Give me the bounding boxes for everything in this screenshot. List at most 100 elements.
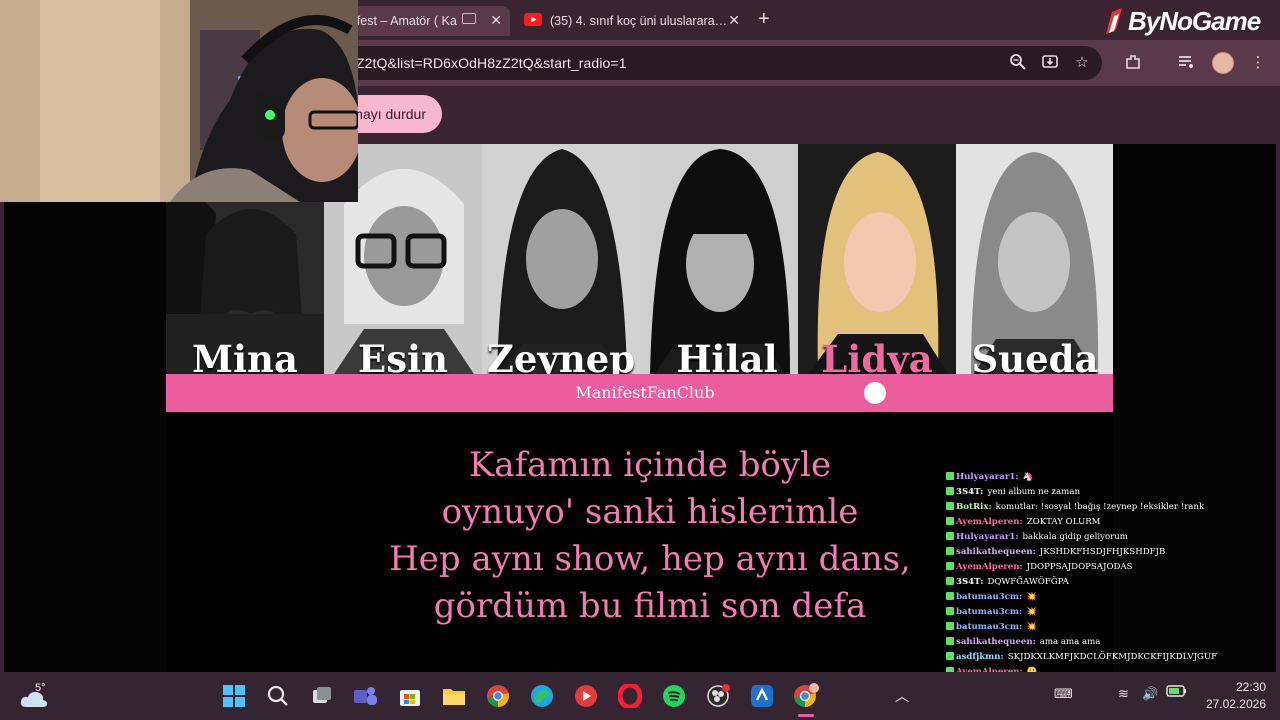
lyric-line: Hep aynı show, hep aynı dans,	[389, 539, 911, 579]
chat-badge-icon	[946, 652, 954, 660]
chat-message: 3S4T: DQWFĞAWÖFĞPA	[946, 575, 1280, 590]
chat-message: batumau3cm: 💥	[946, 605, 1280, 620]
chat-badge-icon	[946, 547, 954, 555]
screen: ifest – Amatör ( Ka ✕ (35) 4. sınıf koç …	[0, 0, 1280, 720]
picture-in-picture-icon[interactable]	[462, 13, 476, 24]
chat-username: sahikathequeen:	[956, 637, 1036, 647]
chat-username: asdfjkmn:	[956, 652, 1004, 662]
bynogame-wordmark: ByNoGame	[1128, 5, 1261, 36]
lyric-line: oynuyo' sanki hislerimle	[441, 492, 859, 532]
file-explorer-icon[interactable]	[440, 682, 468, 710]
wifi-icon[interactable]: ≋	[1118, 686, 1129, 702]
close-tab-icon[interactable]: ✕	[728, 12, 740, 29]
active-app-indicator	[798, 714, 814, 717]
chat-message: batumau3cm: 💥	[946, 620, 1280, 635]
chat-badge-icon	[946, 592, 954, 600]
chat-message: sahikathequeen: JKSHDKFHSDJFHJKSHDFJB	[946, 545, 1280, 560]
chat-badge-icon	[946, 472, 954, 480]
chat-username: batumau3cm:	[956, 622, 1023, 632]
chat-badge-icon	[946, 487, 954, 495]
weather-temp: 5°	[35, 682, 46, 694]
chat-message: asdfjkmn: SKJDKXLKMFJKDCLÖFKMJDKCKFIJKDLV…	[946, 650, 1280, 665]
chat-text: 💥	[1026, 607, 1037, 617]
streamer-webcam	[0, 0, 358, 202]
chat-text: komutlar: !sosyal !bağış !zeynep !eksikl…	[995, 502, 1205, 512]
more-menu-icon[interactable]: ⋮	[1248, 53, 1268, 73]
chat-message: AyemAlperen: JDOPPSAJDOPSAJODAS	[946, 560, 1280, 575]
chrome-profile-icon[interactable]	[792, 682, 820, 710]
chat-badge-icon	[946, 517, 954, 525]
youtube-icon	[524, 13, 542, 29]
tab-active[interactable]: ifest – Amatör ( Ka ✕	[340, 6, 510, 36]
chat-username: Hulyayarar1:	[956, 532, 1019, 542]
system-clock[interactable]: 22:30 27.02.2026	[1194, 679, 1266, 713]
lyric-line: gördüm bu filmi son defa	[433, 586, 867, 626]
bynogame-mark-icon	[1106, 8, 1122, 34]
chat-badge-icon	[946, 502, 954, 510]
chat-text: 💥	[1026, 592, 1037, 602]
edge-icon[interactable]	[528, 682, 556, 710]
chat-text: ama ama ama	[1039, 637, 1101, 647]
start-button-icon[interactable]	[220, 682, 248, 710]
chat-badge-icon	[946, 637, 954, 645]
chat-text: SKJDKXLKMFJKDCLÖFKMJDKCKFIJKDLVJGUF	[1007, 652, 1218, 662]
chat-text: JKSHDKFHSDJFHJKSHDFJB	[1039, 547, 1166, 557]
weather-widget[interactable]: 5°	[20, 680, 60, 712]
chat-text: bakkala gidip geliyorum	[1022, 532, 1128, 542]
close-tab-icon[interactable]: ✕	[490, 12, 502, 29]
search-icon[interactable]	[264, 682, 292, 710]
chat-badge-icon	[946, 607, 954, 615]
clock-date: 27.02.2026	[1205, 697, 1266, 711]
chat-username: batumau3cm:	[956, 607, 1023, 617]
obs-icon[interactable]	[704, 682, 732, 710]
battery-icon[interactable]	[1166, 684, 1188, 701]
zoom-icon[interactable]	[1008, 53, 1028, 73]
chat-text: 💥	[1026, 622, 1037, 632]
chat-message: AyemAlperen: ZOKTAY OLURM	[946, 515, 1280, 530]
chat-message: Hulyayarar1: 🦄	[946, 470, 1280, 485]
chat-text: JDOPPSAJDOPSAJODAS	[1026, 562, 1133, 572]
windows-taskbar: 5° ︿ ⌨ ≋ 🔊 22:30 27.02.2026	[0, 672, 1280, 720]
fanclub-banner: ManifestFanClub	[166, 374, 1113, 412]
chat-text: ZOKTAY OLURM	[1026, 517, 1101, 527]
media-control-icon[interactable]	[1176, 53, 1196, 73]
tab-title: ifest – Amatör ( Ka	[354, 14, 457, 28]
fanclub-label: ManifestFanClub	[575, 383, 715, 402]
tab-youtube[interactable]: (35) 4. sınıf koç üni uluslararası i ✕	[516, 6, 748, 36]
volume-icon[interactable]: 🔊	[1142, 686, 1158, 702]
chat-username: AyemAlperen:	[956, 517, 1023, 527]
extensions-icon[interactable]	[1123, 53, 1143, 73]
profile-avatar[interactable]	[1212, 52, 1234, 74]
new-tab-icon[interactable]: +	[758, 8, 770, 31]
address-bar-url[interactable]: Z2tQ&list=RD6xOdH8zZ2tQ&start_radio=1	[356, 55, 627, 71]
chat-username: batumau3cm:	[956, 592, 1023, 602]
chat-text: 🦄	[1022, 472, 1034, 482]
chat-username: BotRix:	[956, 502, 992, 512]
chat-badge-icon	[946, 562, 954, 570]
teams-icon[interactable]	[352, 682, 380, 710]
opera-icon[interactable]	[616, 682, 644, 710]
chat-badge-icon	[946, 532, 954, 540]
microsoft-store-icon[interactable]	[396, 682, 424, 710]
keyboard-icon[interactable]: ⌨	[1054, 686, 1073, 702]
chrome-icon[interactable]	[484, 682, 512, 710]
chat-badge-icon	[946, 577, 954, 585]
install-app-icon[interactable]	[1040, 53, 1060, 73]
bookmark-star-icon[interactable]: ☆	[1072, 53, 1092, 73]
show-hidden-icons-icon[interactable]: ︿	[895, 686, 909, 706]
media-player-icon[interactable]	[572, 682, 600, 710]
task-view-icon[interactable]	[308, 682, 336, 710]
chat-message: BotRix: komutlar: !sosyal !bağış !zeynep …	[946, 500, 1280, 515]
cursor-dot	[864, 382, 886, 404]
chat-badge-icon	[946, 622, 954, 630]
chat-message: Hulyayarar1: bakkala gidip geliyorum	[946, 530, 1280, 545]
chat-text: DQWFĞAWÖFĞPA	[987, 577, 1069, 587]
clock-time: 22:30	[1235, 680, 1266, 694]
lyrics: Kafamın içinde böyle oynuyo' sanki hisle…	[300, 442, 1000, 630]
chat-username: sahikathequeen:	[956, 547, 1036, 557]
spotify-icon[interactable]	[660, 682, 688, 710]
address-bar[interactable]: Z2tQ&list=RD6xOdH8zZ2tQ&start_radio=1	[330, 46, 1102, 80]
lyric-line: Kafamın içinde böyle	[468, 445, 832, 485]
app-icon[interactable]	[748, 682, 776, 710]
chat-username: Hulyayarar1:	[956, 472, 1019, 482]
